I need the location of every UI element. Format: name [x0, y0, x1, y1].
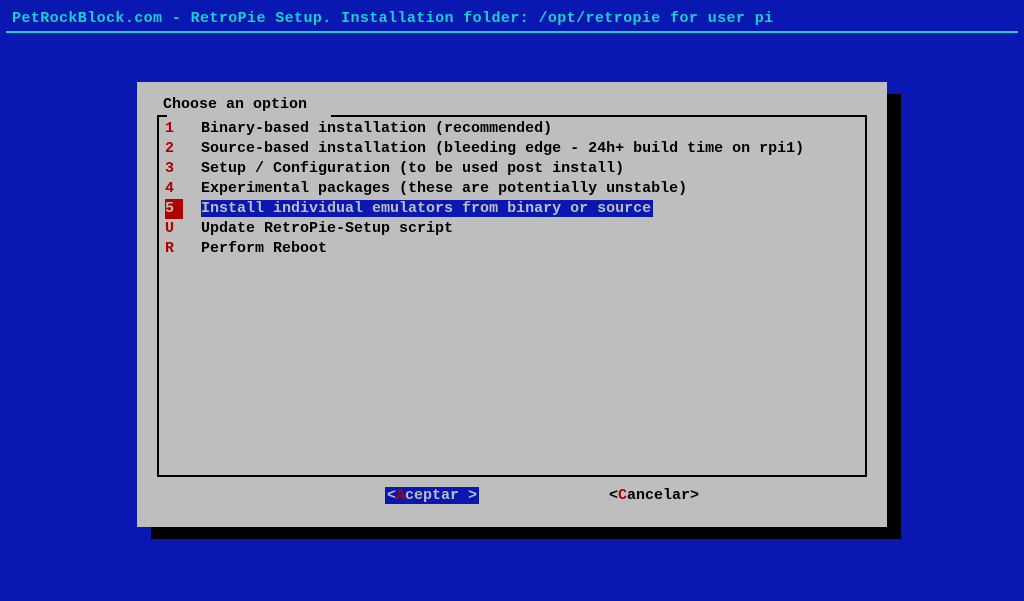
option-label: Source-based installation (bleeding edge… — [201, 140, 804, 157]
option-label: Setup / Configuration (to be used post i… — [201, 160, 624, 177]
dialog-container: Choose an option 1 Binary-based installa… — [137, 82, 887, 527]
option-item[interactable]: U Update RetroPie-Setup script — [165, 219, 859, 239]
option-key: 5 — [165, 199, 183, 219]
options-dialog: Choose an option 1 Binary-based installa… — [137, 82, 887, 527]
option-item[interactable]: R Perform Reboot — [165, 239, 859, 259]
option-key: R — [165, 239, 183, 259]
option-key: 2 — [165, 139, 183, 159]
cancel-button[interactable]: <Cancelar> — [609, 487, 699, 504]
option-item[interactable]: 4 Experimental packages (these are poten… — [165, 179, 859, 199]
option-item[interactable]: 5 Install individual emulators from bina… — [165, 199, 859, 219]
option-label: Binary-based installation (recommended) — [201, 120, 552, 137]
option-key: 4 — [165, 179, 183, 199]
option-item[interactable]: 3 Setup / Configuration (to be used post… — [165, 159, 859, 179]
option-label: Perform Reboot — [201, 240, 327, 257]
button-row: <Aceptar > <Cancelar> — [157, 487, 867, 504]
option-key: U — [165, 219, 183, 239]
option-label: Install individual emulators from binary… — [201, 200, 653, 217]
option-key: 3 — [165, 159, 183, 179]
option-item[interactable]: 1 Binary-based installation (recommended… — [165, 119, 859, 139]
options-list: 1 Binary-based installation (recommended… — [157, 117, 867, 477]
accept-button[interactable]: <Aceptar > — [385, 487, 479, 504]
option-label: Update RetroPie-Setup script — [201, 220, 453, 237]
option-label: Experimental packages (these are potenti… — [201, 180, 687, 197]
dialog-prompt: Choose an option — [157, 96, 867, 113]
option-key: 1 — [165, 119, 183, 139]
option-item[interactable]: 2 Source-based installation (bleeding ed… — [165, 139, 859, 159]
header-bar: PetRockBlock.com - RetroPie Setup. Insta… — [6, 4, 1018, 33]
